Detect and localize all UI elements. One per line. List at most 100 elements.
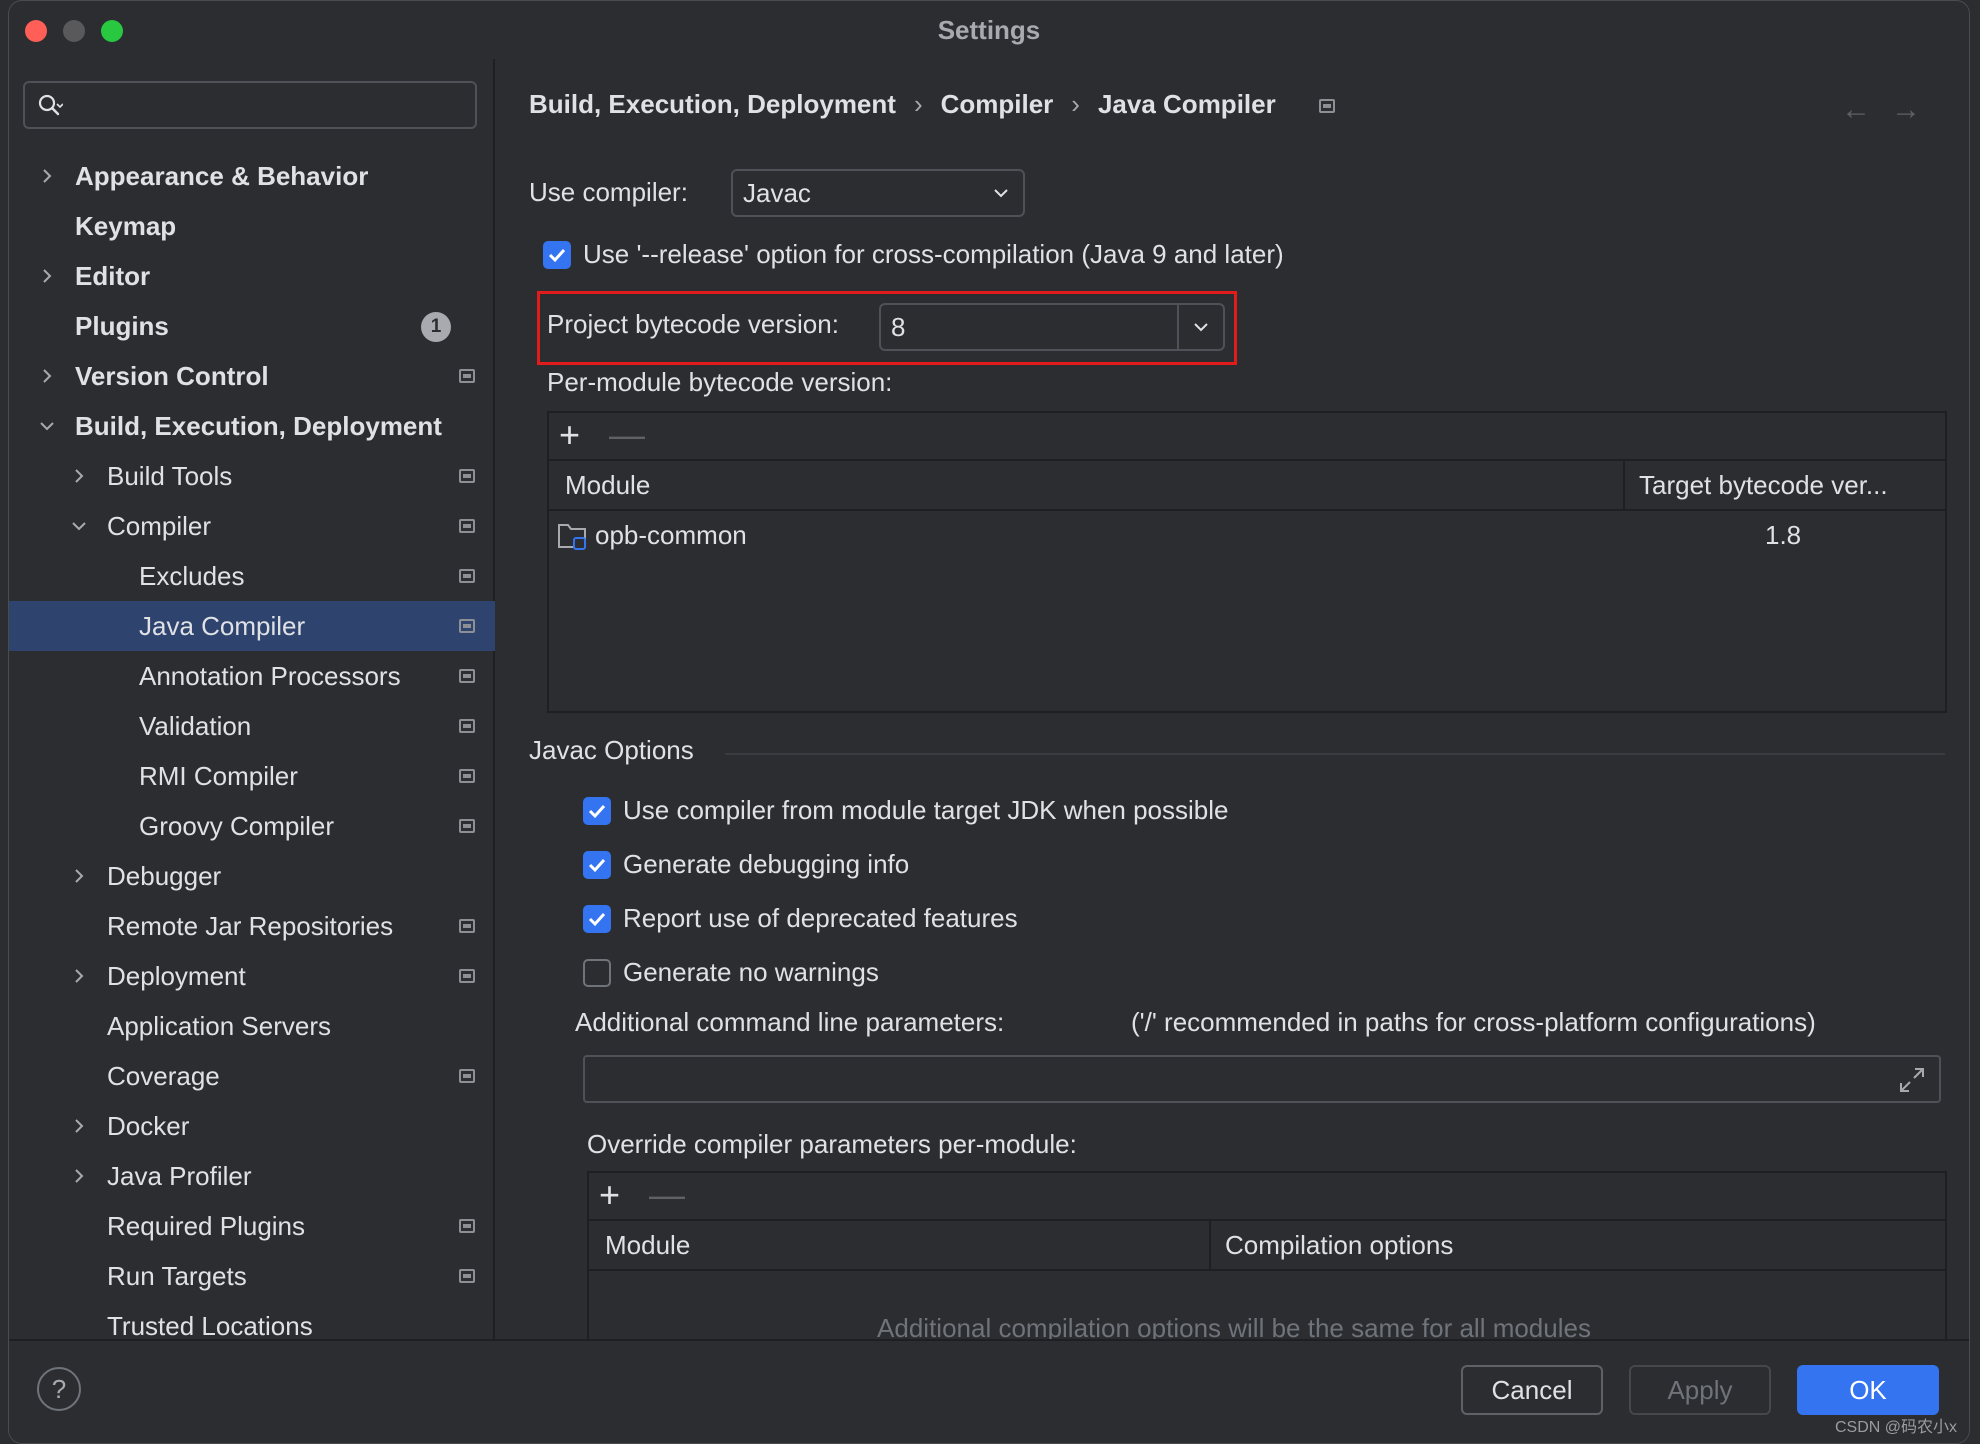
sidebar-item[interactable]: Validation	[9, 701, 495, 751]
column-divider[interactable]	[1623, 461, 1625, 509]
java-compiler-panel: Build, Execution, Deployment › Compiler › Ja…	[497, 59, 1969, 1343]
chevron-right-icon[interactable]	[37, 366, 57, 386]
chevron-down-icon[interactable]	[37, 416, 57, 436]
column-header-module[interactable]: Module	[565, 461, 650, 509]
sidebar-item[interactable]: Appearance & Behavior	[9, 151, 495, 201]
project-scope-icon	[459, 619, 475, 633]
project-scope-icon	[459, 1069, 475, 1083]
expand-icon[interactable]	[1897, 1065, 1927, 1095]
module-name: opb-common	[595, 520, 747, 550]
sidebar-item[interactable]: Debugger	[9, 851, 495, 901]
javac-option-label: Generate debugging info	[623, 849, 910, 879]
chevron-right-icon[interactable]	[69, 466, 89, 486]
column-header-module[interactable]: Module	[605, 1221, 690, 1269]
javac-option-label: Generate no warnings	[623, 957, 879, 987]
sidebar-item[interactable]: Excludes	[9, 551, 495, 601]
sidebar-item[interactable]: Annotation Processors	[9, 651, 495, 701]
forward-arrow-icon[interactable]: →	[1891, 93, 1921, 127]
chevron-down-icon[interactable]	[69, 516, 89, 536]
per-module-table: + — Module Target bytecode ver... opb-co…	[547, 411, 1947, 713]
sidebar-item-label: Appearance & Behavior	[75, 161, 369, 191]
column-header-compilation-options[interactable]: Compilation options	[1225, 1221, 1453, 1269]
cancel-button[interactable]: Cancel	[1461, 1365, 1603, 1415]
remove-override-button[interactable]: —	[649, 1177, 685, 1213]
settings-tree: Appearance & Behavior Keymap Editor Plugins…	[9, 151, 495, 1351]
release-option-checkbox[interactable]	[543, 241, 571, 269]
use-compiler-label: Use compiler:	[529, 177, 688, 207]
target-version[interactable]: 1.8	[1765, 511, 1801, 559]
sidebar-item[interactable]: Application Servers	[9, 1001, 495, 1051]
update-count-badge: 1	[421, 312, 451, 342]
dropdown-divider	[1177, 305, 1179, 349]
chevron-down-icon	[994, 189, 1008, 198]
sidebar-item[interactable]: Compiler	[9, 501, 495, 551]
add-override-button[interactable]: +	[599, 1177, 620, 1213]
help-button[interactable]: ?	[37, 1367, 81, 1411]
back-arrow-icon[interactable]: ←	[1841, 93, 1871, 127]
sidebar-item[interactable]: Version Control	[9, 351, 495, 401]
chevron-right-icon[interactable]	[69, 1166, 89, 1186]
table-row[interactable]: opb-common 1.8	[549, 511, 1945, 559]
sidebar-item[interactable]: Required Plugins	[9, 1201, 495, 1251]
sidebar-item[interactable]: Editor	[9, 251, 495, 301]
javac-option-label: Report use of deprecated features	[623, 903, 1018, 933]
sidebar-item-label: Annotation Processors	[139, 661, 401, 691]
javac-option-checkbox[interactable]	[583, 959, 611, 987]
additional-params-input[interactable]	[583, 1055, 1941, 1103]
project-scope-icon	[459, 719, 475, 733]
sidebar-item-label: Compiler	[107, 511, 212, 541]
sidebar-item-label: Build Tools	[107, 461, 233, 491]
sidebar-item[interactable]: Plugins 1	[9, 301, 495, 351]
watermark: CSDN @码农小x	[1834, 1419, 1957, 1436]
chevron-right-icon[interactable]	[37, 166, 57, 186]
javac-option-checkbox[interactable]	[583, 905, 611, 933]
sidebar-item-label: Java Profiler	[107, 1161, 252, 1191]
project-scope-icon	[459, 519, 475, 533]
sidebar-item-label: Remote Jar Repositories	[107, 911, 394, 941]
project-scope-icon	[459, 1219, 475, 1233]
ok-button[interactable]: OK	[1797, 1365, 1939, 1415]
javac-option-checkbox[interactable]	[583, 851, 611, 879]
settings-search-input[interactable]	[23, 81, 477, 129]
use-compiler-value: Javac	[743, 178, 811, 208]
apply-button[interactable]: Apply	[1629, 1365, 1771, 1415]
override-table-header: Module Compilation options	[589, 1221, 1945, 1271]
sidebar-item[interactable]: Java Profiler	[9, 1151, 495, 1201]
sidebar-item[interactable]: Java Compiler	[9, 601, 495, 651]
column-divider[interactable]	[1209, 1221, 1211, 1269]
sidebar-item-label: RMI Compiler	[139, 761, 298, 791]
javac-option-checkbox[interactable]	[583, 797, 611, 825]
remove-module-button[interactable]: —	[609, 417, 645, 453]
sidebar-item-label: Validation	[139, 711, 252, 741]
sidebar-item-label: Coverage	[107, 1061, 220, 1091]
sidebar-item[interactable]: Build, Execution, Deployment	[9, 401, 495, 451]
sidebar-item[interactable]: RMI Compiler	[9, 751, 495, 801]
sidebar-item[interactable]: Remote Jar Repositories	[9, 901, 495, 951]
sidebar-item-label: Java Compiler	[139, 611, 306, 641]
sidebar-item-label: Keymap	[75, 211, 177, 241]
chevron-right-icon[interactable]	[69, 966, 89, 986]
sidebar-item[interactable]: Keymap	[9, 201, 495, 251]
sidebar-item[interactable]: Groovy Compiler	[9, 801, 495, 851]
sidebar-item[interactable]: Build Tools	[9, 451, 495, 501]
project-bytecode-value: 8	[891, 312, 906, 342]
sidebar-item[interactable]: Coverage	[9, 1051, 495, 1101]
add-module-button[interactable]: +	[559, 417, 580, 453]
sidebar-item[interactable]: Docker	[9, 1101, 495, 1151]
chevron-down-icon	[1194, 323, 1208, 332]
project-bytecode-dropdown[interactable]: 8	[879, 303, 1225, 351]
project-scope-icon	[459, 469, 475, 483]
additional-params-hint: ('/' recommended in paths for cross-plat…	[1131, 1007, 1816, 1037]
sidebar-item-label: Editor	[75, 261, 151, 291]
sidebar-item[interactable]: Run Targets	[9, 1251, 495, 1301]
column-header-target[interactable]: Target bytecode ver...	[1639, 461, 1888, 509]
chevron-right-icon[interactable]	[69, 866, 89, 886]
sidebar-item[interactable]: Deployment	[9, 951, 495, 1001]
project-scope-icon	[459, 369, 475, 383]
per-module-toolbar: + —	[549, 413, 1945, 461]
settings-sidebar: Appearance & Behavior Keymap Editor Plugins…	[9, 59, 495, 1341]
chevron-right-icon[interactable]	[69, 1116, 89, 1136]
use-compiler-dropdown[interactable]: Javac	[731, 169, 1025, 217]
chevron-right-icon[interactable]	[37, 266, 57, 286]
sidebar-item-label: Deployment	[107, 961, 246, 991]
